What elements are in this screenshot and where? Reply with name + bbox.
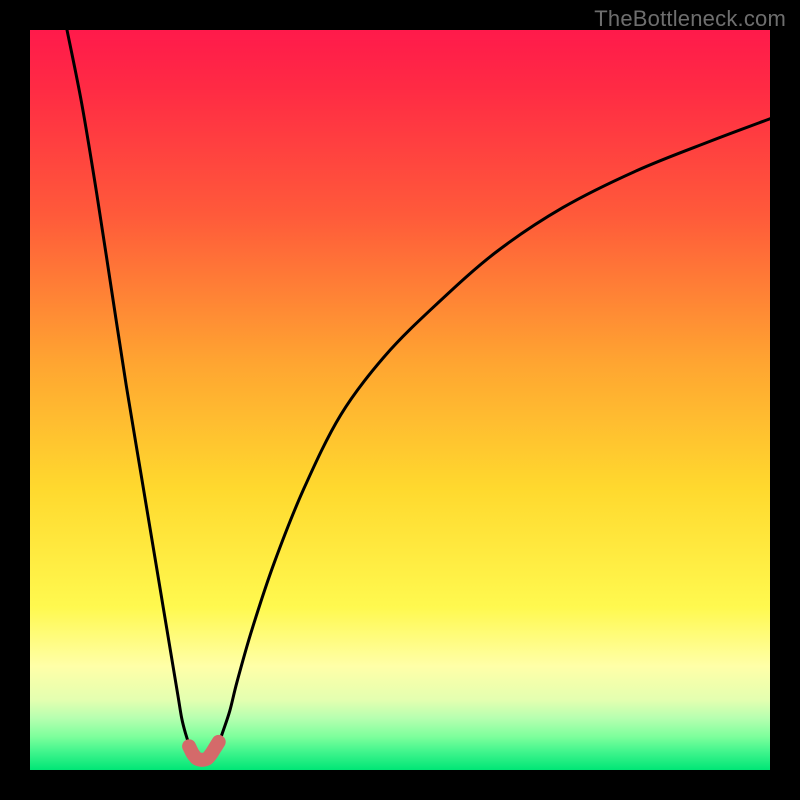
valley-marker-curve <box>189 742 219 760</box>
plot-area <box>30 30 770 770</box>
watermark-text: TheBottleneck.com <box>594 6 786 32</box>
curve-layer <box>30 30 770 770</box>
chart-frame: TheBottleneck.com <box>0 0 800 800</box>
right-branch-curve <box>215 119 770 752</box>
left-branch-curve <box>67 30 193 752</box>
